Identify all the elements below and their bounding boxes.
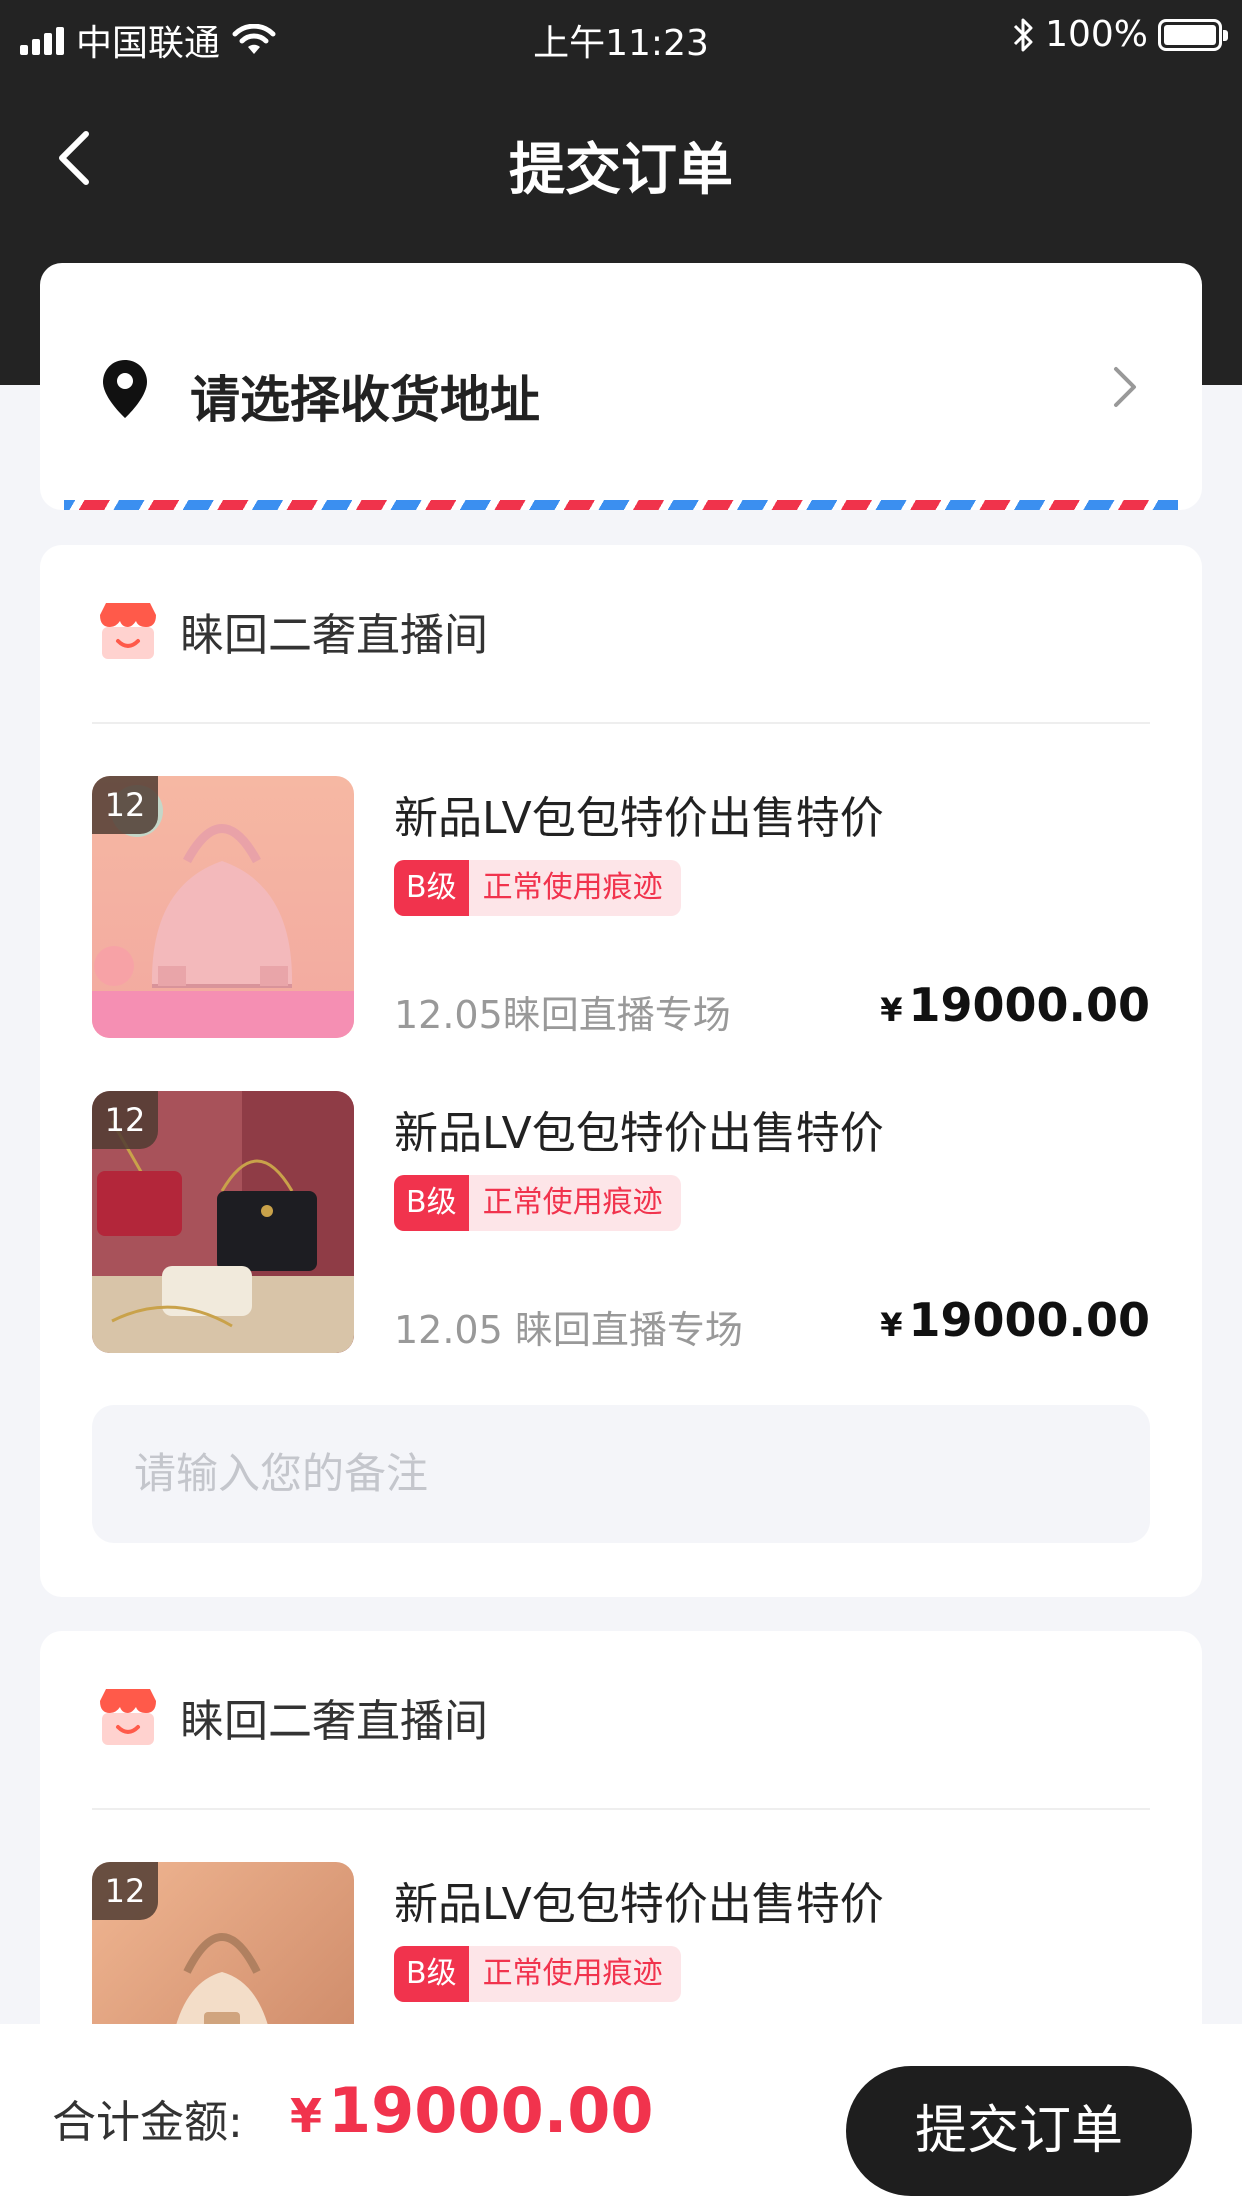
battery-percent: 100% [1045, 14, 1148, 55]
divider [92, 722, 1150, 724]
product-price: ¥19000.00 [880, 1293, 1150, 1347]
session-label: 12.05睐回直播专场 [394, 993, 731, 1037]
product-title: 新品LV包包特价出售特价 [394, 1879, 884, 1930]
condition-label: 正常使用痕迹 [482, 1185, 663, 1220]
grade-tag: B级 正常使用痕迹 [394, 860, 681, 916]
divider [92, 1808, 1150, 1810]
image-badge: 12 [92, 776, 158, 834]
chevron-right-icon [1114, 367, 1136, 407]
shop-name: 睐回二奢直播间 [180, 610, 488, 661]
session-label: 12.05 睐回直播专场 [394, 1308, 743, 1352]
shop-name: 睐回二奢直播间 [180, 1696, 488, 1747]
grade-tag: B级 正常使用痕迹 [394, 1175, 681, 1231]
total-amount: ¥19000.00 [290, 2074, 654, 2147]
address-placeholder: 请选择收货地址 [190, 371, 540, 429]
product-title: 新品LV包包特价出售特价 [394, 1108, 884, 1159]
page-title: 提交订单 [509, 138, 733, 203]
product-image: 12 [92, 1091, 354, 1353]
airmail-border [64, 500, 1178, 510]
submit-order-button[interactable]: 提交订单 [846, 2066, 1192, 2196]
grade-label: B级 [394, 860, 469, 916]
grade-tag: B级 正常使用痕迹 [394, 1946, 681, 2002]
battery-icon [1158, 18, 1228, 51]
product-price: ¥19000.00 [880, 978, 1150, 1032]
condition-label: 正常使用痕迹 [482, 1956, 663, 1991]
shop-header: 睐回二奢直播间 [96, 1685, 488, 1749]
condition-label: 正常使用痕迹 [482, 870, 663, 905]
price-value: 19000.00 [908, 1293, 1150, 1347]
bluetooth-icon [1014, 18, 1033, 51]
location-pin-icon [103, 360, 147, 418]
bottom-bar: 合计金额: ¥19000.00 提交订单 [0, 2024, 1242, 2208]
image-badge: 12 [92, 1091, 158, 1149]
remark-input[interactable]: 请输入您的备注 [92, 1405, 1150, 1543]
product-image: 12 [92, 776, 354, 1038]
grade-label: B级 [394, 1175, 469, 1231]
shop-icon [100, 603, 156, 659]
shop-header: 睐回二奢直播间 [96, 599, 488, 663]
list-item[interactable]: 12 新品LV包包特价出售特价 B级 正常使用痕迹 12.05睐回直播专场 ¥1… [92, 776, 1150, 1038]
product-title: 新品LV包包特价出售特价 [394, 793, 884, 844]
list-item[interactable]: 12 新品LV包包特价出售特价 B级 正常使用痕迹 12.05 睐回直播专场 ¥… [92, 1091, 1150, 1353]
price-value: 19000.00 [908, 978, 1150, 1032]
address-selector[interactable]: 请选择收货地址 [40, 263, 1202, 510]
status-bar: 中国联通 上午11:23 100% [0, 0, 1242, 70]
shop-card: 睐回二奢直播间 12 新品LV包包特价出售特价 B级 正常使用痕迹 12.05睐… [40, 545, 1202, 1597]
total-label: 合计金额: [52, 2097, 243, 2148]
grade-label: B级 [394, 1946, 469, 2002]
image-badge: 12 [92, 1862, 158, 1920]
total-value: 19000.00 [328, 2074, 654, 2147]
currency-symbol: ¥ [880, 991, 903, 1029]
currency-symbol: ¥ [880, 1306, 903, 1344]
status-right: 100% [1011, 14, 1228, 55]
currency-symbol: ¥ [290, 2089, 323, 2143]
shop-icon [100, 1689, 156, 1745]
